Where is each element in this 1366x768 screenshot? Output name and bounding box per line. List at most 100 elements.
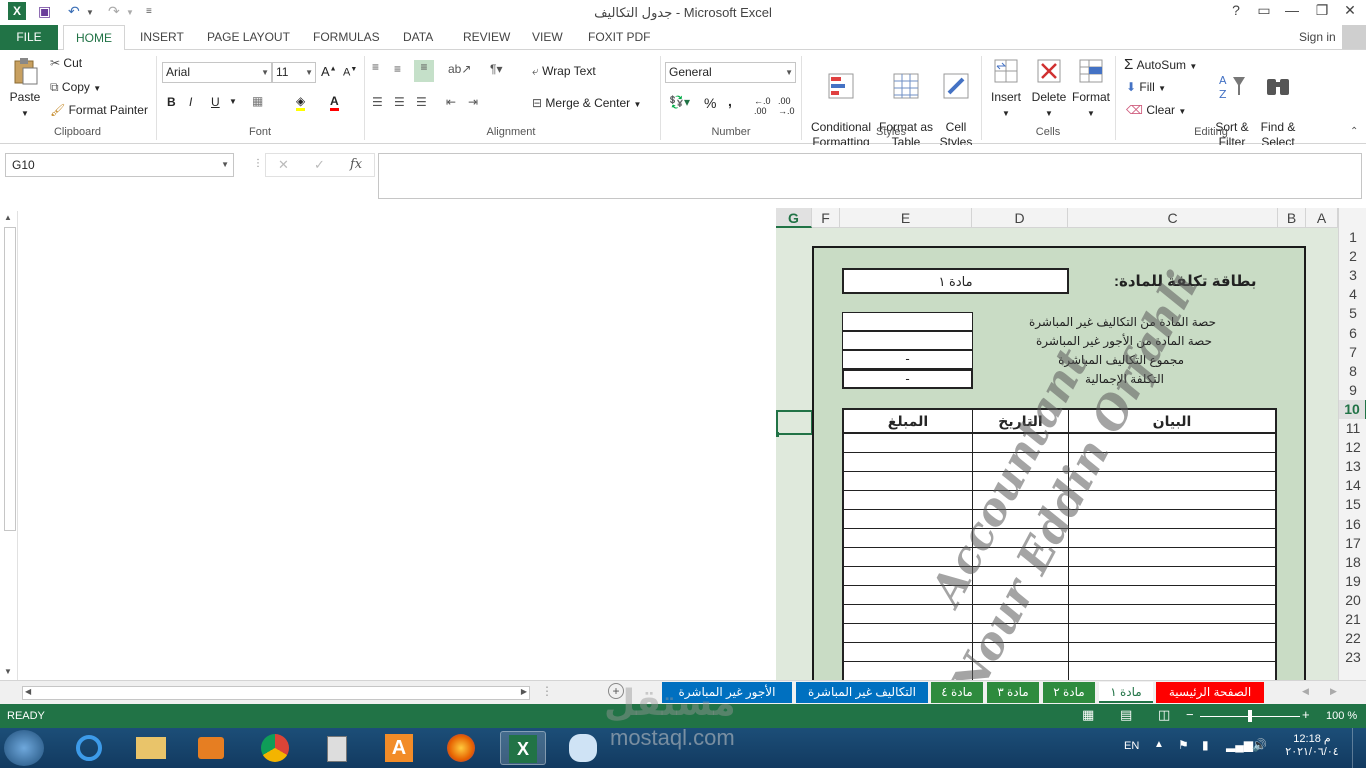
merge-center-button[interactable]: ⊟ Merge & Center ▼: [532, 96, 641, 110]
start-button-icon[interactable]: [4, 730, 44, 766]
row-header[interactable]: 20: [1339, 591, 1366, 610]
sheet-tab-home[interactable]: الصفحة الرئيسية: [1156, 682, 1264, 703]
tab-data[interactable]: DATA: [391, 25, 445, 50]
network-icon[interactable]: ▂▄▆: [1226, 738, 1253, 752]
scroll-left-icon[interactable]: ◀: [25, 687, 31, 696]
zoom-in-icon[interactable]: +: [1302, 707, 1310, 722]
page-layout-view-icon[interactable]: ▤: [1120, 707, 1132, 723]
bottom-align-icon[interactable]: ≡: [414, 60, 434, 82]
table-cell[interactable]: [1069, 548, 1275, 566]
table-cell[interactable]: [1069, 567, 1275, 585]
paint-icon[interactable]: [560, 731, 606, 765]
sheet-tab-material-3[interactable]: مادة ٣: [987, 682, 1039, 703]
underline-dropdown-icon[interactable]: ▼: [229, 97, 237, 106]
accounting-format-icon[interactable]: 💱▾: [669, 95, 690, 109]
minimize-button[interactable]: —: [1278, 2, 1306, 18]
row-header[interactable]: 18: [1339, 553, 1366, 572]
scroll-right-icon[interactable]: ▶: [521, 687, 527, 696]
delete-cells-button[interactable]: Delete ▼: [1029, 56, 1069, 121]
increase-font-button[interactable]: A▲: [321, 64, 337, 79]
table-row[interactable]: [844, 586, 1275, 605]
number-format-select[interactable]: General ▼: [665, 62, 796, 83]
zoom-slider-thumb[interactable]: [1248, 710, 1252, 722]
row-header[interactable]: 12: [1339, 438, 1366, 457]
comma-button[interactable]: ,: [728, 93, 732, 109]
enter-button[interactable]: ✓: [314, 157, 325, 173]
row-header[interactable]: 9: [1339, 381, 1366, 400]
tab-home[interactable]: HOME: [63, 25, 125, 51]
format-painter-button[interactable]: 🖌 Format Painter: [50, 103, 148, 117]
table-row[interactable]: [844, 662, 1275, 680]
increase-decimal-icon[interactable]: ←.0.00: [754, 96, 771, 116]
total-cost-cell[interactable]: -: [842, 369, 973, 389]
cell-grid[interactable]: G F E D C B A بطاقة تكلفة للمادة: مادة ١…: [776, 208, 1338, 680]
row-header[interactable]: 10: [1339, 399, 1366, 419]
excel-taskbar-icon[interactable]: X: [500, 731, 546, 765]
sign-in-link[interactable]: Sign in: [1287, 25, 1348, 50]
tab-foxit-pdf[interactable]: FOXIT PDF: [576, 25, 662, 50]
percent-button[interactable]: %: [704, 95, 716, 111]
format-cells-button[interactable]: Format ▼: [1070, 56, 1112, 121]
row-header[interactable]: 19: [1339, 572, 1366, 591]
clock[interactable]: 12:18 م ٢٠٢١/٠٦/٠٤: [1282, 732, 1342, 758]
scroll-down-icon[interactable]: ▼: [4, 667, 12, 676]
firefox-icon[interactable]: [438, 731, 484, 765]
row-header[interactable]: 8: [1339, 362, 1366, 381]
row-header[interactable]: 7: [1339, 343, 1366, 362]
formula-input[interactable]: [378, 153, 1362, 199]
row-header[interactable]: 14: [1339, 476, 1366, 495]
maximize-button[interactable]: ❐: [1308, 2, 1336, 19]
table-row[interactable]: [844, 567, 1275, 586]
table-cell[interactable]: [1069, 624, 1275, 642]
cancel-button[interactable]: ✕: [278, 157, 289, 173]
orientation-icon[interactable]: ab↗: [448, 62, 471, 76]
bold-button[interactable]: B: [167, 95, 176, 109]
scroll-thumb[interactable]: [4, 227, 16, 531]
ribbon-display-button[interactable]: ▭: [1250, 2, 1278, 19]
font-name-select[interactable]: Arial ▼: [162, 62, 272, 83]
increase-indent-icon[interactable]: ⇥: [468, 95, 478, 109]
tab-formulas[interactable]: FORMULAS: [301, 25, 392, 50]
decrease-decimal-icon[interactable]: .00 →.0: [778, 96, 795, 116]
column-header-e[interactable]: E: [840, 208, 972, 228]
table-cell[interactable]: [844, 510, 973, 528]
row-header[interactable]: 1: [1339, 228, 1366, 247]
align-center-icon[interactable]: ☰: [394, 95, 405, 109]
tab-insert[interactable]: INSERT: [128, 25, 196, 50]
text-direction-icon[interactable]: ¶▾: [490, 62, 502, 76]
calculator-icon[interactable]: [314, 731, 360, 765]
autosum-button[interactable]: Σ AutoSum ▼: [1124, 56, 1197, 73]
column-header-d[interactable]: D: [972, 208, 1068, 228]
tab-scroll-right-icon[interactable]: ▶: [1330, 686, 1337, 697]
table-cell[interactable]: [844, 491, 973, 509]
table-cell[interactable]: [844, 434, 973, 452]
table-cell[interactable]: [1069, 586, 1275, 604]
material-name-cell[interactable]: مادة ١: [842, 268, 1069, 294]
font-color-icon[interactable]: A: [330, 94, 339, 111]
page-break-view-icon[interactable]: ◫: [1158, 707, 1170, 723]
language-indicator[interactable]: EN: [1124, 740, 1139, 752]
sheet-tab-material-1[interactable]: مادة ١: [1099, 682, 1153, 703]
indirect-wages-share-cell[interactable]: [842, 331, 973, 350]
table-cell[interactable]: [844, 624, 973, 642]
zoom-level[interactable]: 100 %: [1326, 710, 1357, 722]
column-header-a[interactable]: A: [1306, 208, 1338, 228]
row-header[interactable]: 5: [1339, 304, 1366, 323]
clear-button[interactable]: ⌫ Clear ▼: [1126, 103, 1186, 117]
table-cell[interactable]: [844, 453, 973, 471]
table-cell[interactable]: [1069, 529, 1275, 547]
wrap-text-button[interactable]: ⤶ Wrap Text: [532, 64, 596, 79]
column-header-g[interactable]: G: [776, 208, 812, 228]
close-button[interactable]: ✕: [1336, 2, 1364, 19]
internet-explorer-icon[interactable]: [66, 731, 112, 765]
name-box[interactable]: G10 ▼: [5, 153, 234, 177]
row-header[interactable]: 23: [1339, 648, 1366, 667]
font-size-select[interactable]: 11 ▼: [272, 62, 316, 83]
row-header[interactable]: 11: [1339, 419, 1366, 438]
table-cell[interactable]: [844, 472, 973, 490]
row-header[interactable]: 15: [1339, 495, 1366, 514]
tab-view[interactable]: VIEW: [520, 25, 575, 50]
sheet-tab-material-4[interactable]: مادة ٤: [931, 682, 983, 703]
table-row[interactable]: [844, 605, 1275, 624]
italic-button[interactable]: I: [189, 95, 192, 109]
